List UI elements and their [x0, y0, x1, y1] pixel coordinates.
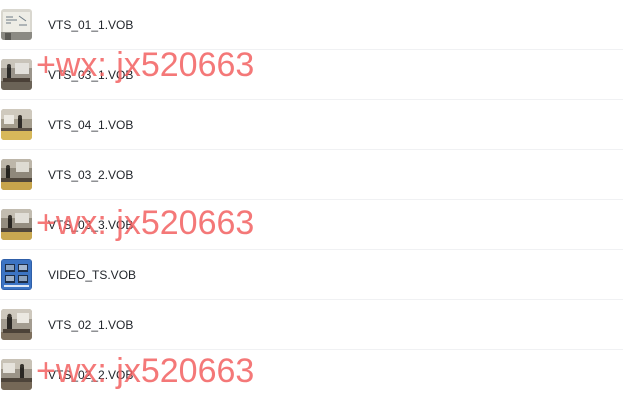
file-name: VTS_02_1.VOB [48, 318, 134, 332]
file-name: VIDEO_TS.VOB [48, 268, 137, 282]
file-row-vts-03-1[interactable]: VTS_03_1.VOB [0, 50, 623, 100]
video-thumbnail-lecture-room [1, 59, 32, 90]
file-row-vts-01-1[interactable]: VTS_01_1.VOB [0, 0, 623, 50]
video-thumbnail-lecture-room [1, 209, 32, 240]
file-name: VTS_03_1.VOB [48, 68, 134, 82]
video-thumbnail-whiteboard [1, 9, 32, 40]
file-name: VTS_03_3.VOB [48, 218, 134, 232]
file-row-vts-03-3[interactable]: VTS_03_3.VOB [0, 200, 623, 250]
video-thumbnail-lecture-room [1, 109, 32, 140]
file-name: VTS_04_1.VOB [48, 118, 134, 132]
video-thumbnail-dvd-menu [1, 259, 32, 290]
file-row-vts-02-1[interactable]: VTS_02_1.VOB [0, 300, 623, 350]
file-name: VTS_02_2.VOB [48, 368, 134, 382]
file-row-vts-04-1[interactable]: VTS_04_1.VOB [0, 100, 623, 150]
file-list: VTS_01_1.VOB VTS_03_1.VOB VTS_04_1.VOB V… [0, 0, 623, 400]
file-row-vts-03-2[interactable]: VTS_03_2.VOB [0, 150, 623, 200]
file-row-video-ts[interactable]: VIDEO_TS.VOB [0, 250, 623, 300]
video-thumbnail-lecture-room [1, 309, 32, 340]
video-thumbnail-lecture-room [1, 359, 32, 390]
video-thumbnail-lecture-room [1, 159, 32, 190]
file-name: VTS_01_1.VOB [48, 18, 134, 32]
file-row-vts-02-2[interactable]: VTS_02_2.VOB [0, 350, 623, 400]
file-name: VTS_03_2.VOB [48, 168, 134, 182]
